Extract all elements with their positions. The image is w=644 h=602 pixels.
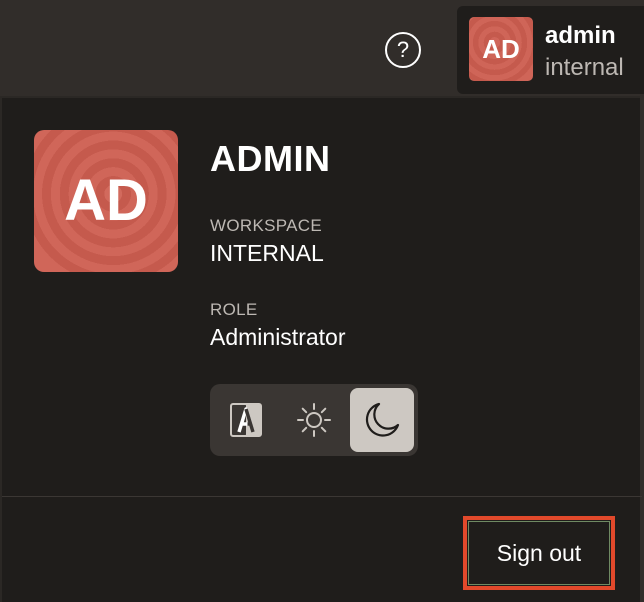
avatar-large: AD xyxy=(34,130,178,272)
user-menu-button[interactable]: AD admin internal xyxy=(457,6,644,94)
panel-user-name: ADMIN xyxy=(210,138,331,179)
workspace-label: WORKSPACE xyxy=(210,216,322,235)
moon-icon xyxy=(365,402,400,437)
help-button[interactable]: ? xyxy=(385,32,421,68)
workspace-value: INTERNAL xyxy=(210,240,324,266)
sun-icon xyxy=(297,403,331,437)
theme-auto-option[interactable] xyxy=(214,388,278,452)
sign-out-button[interactable]: Sign out xyxy=(468,521,610,585)
auto-theme-icon xyxy=(230,403,262,437)
role-value: Administrator xyxy=(210,324,346,350)
theme-dark-option[interactable] xyxy=(350,388,414,452)
user-name: admin xyxy=(545,22,616,49)
top-bar: ? AD admin internal xyxy=(0,0,644,96)
theme-light-option[interactable] xyxy=(282,388,346,452)
user-workspace: internal xyxy=(545,54,624,81)
divider xyxy=(2,496,642,497)
theme-toggle xyxy=(210,384,418,456)
user-menu-panel: AD ADMIN WORKSPACE INTERNAL ROLE Adminis… xyxy=(0,96,642,602)
avatar: AD xyxy=(469,17,533,81)
role-label: ROLE xyxy=(210,300,258,319)
